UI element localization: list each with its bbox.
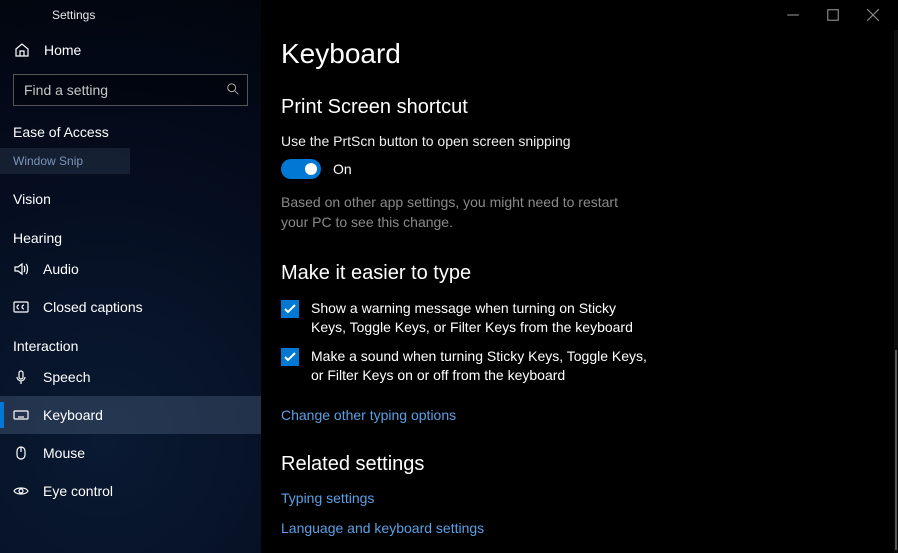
mouse-icon bbox=[13, 445, 29, 461]
printscreen-toggle[interactable] bbox=[281, 159, 321, 179]
nav-label: Closed captions bbox=[43, 299, 143, 315]
maximize-button[interactable] bbox=[826, 8, 840, 22]
printscreen-note: Based on other app settings, you might n… bbox=[281, 193, 641, 232]
nav-label: Mouse bbox=[43, 445, 85, 461]
group-interaction: Interaction bbox=[0, 326, 261, 358]
section-printscreen-title: Print Screen shortcut bbox=[281, 96, 878, 119]
nav-label: Keyboard bbox=[43, 407, 103, 423]
section-ease-of-access: Ease of Access bbox=[0, 114, 261, 146]
window-controls bbox=[261, 0, 898, 30]
search-wrap bbox=[13, 74, 248, 106]
home-nav[interactable]: Home bbox=[0, 30, 261, 70]
nav-label: Audio bbox=[43, 261, 79, 277]
nav-eye-control[interactable]: Eye control bbox=[0, 472, 261, 510]
nav-closed-captions[interactable]: Closed captions bbox=[0, 288, 261, 326]
link-change-typing-options[interactable]: Change other typing options bbox=[281, 407, 456, 423]
microphone-icon bbox=[13, 369, 29, 385]
section-related-title: Related settings bbox=[281, 453, 878, 476]
printscreen-toggle-row: On bbox=[281, 159, 878, 179]
scrollbar[interactable] bbox=[894, 30, 898, 553]
home-icon bbox=[14, 42, 30, 58]
checkbox-sound[interactable] bbox=[281, 348, 299, 366]
checkbox-warning-label: Show a warning message when turning on S… bbox=[311, 299, 651, 337]
window-snip-row[interactable]: Window Snip bbox=[0, 148, 130, 174]
search-input[interactable] bbox=[13, 74, 248, 106]
sidebar: Settings Home Ease of Access Window Snip… bbox=[0, 0, 261, 553]
printscreen-desc: Use the PrtScn button to open screen sni… bbox=[281, 133, 878, 149]
link-language-keyboard-settings[interactable]: Language and keyboard settings bbox=[281, 520, 878, 536]
content-area: Keyboard Print Screen shortcut Use the P… bbox=[261, 30, 898, 553]
close-button[interactable] bbox=[866, 8, 880, 22]
checkbox-warning[interactable] bbox=[281, 300, 299, 318]
checkbox-sound-row: Make a sound when turning Sticky Keys, T… bbox=[281, 347, 651, 385]
checkbox-sound-label: Make a sound when turning Sticky Keys, T… bbox=[311, 347, 651, 385]
nav-speech[interactable]: Speech bbox=[0, 358, 261, 396]
nav-audio[interactable]: Audio bbox=[0, 250, 261, 288]
scrollbar-thumb[interactable] bbox=[895, 350, 897, 550]
minimize-button[interactable] bbox=[786, 8, 800, 22]
nav-keyboard[interactable]: Keyboard bbox=[0, 396, 261, 434]
toggle-state-label: On bbox=[333, 161, 352, 177]
cc-icon bbox=[13, 299, 29, 315]
speaker-icon bbox=[13, 261, 29, 277]
section-easier-title: Make it easier to type bbox=[281, 262, 878, 285]
main-panel: Keyboard Print Screen shortcut Use the P… bbox=[261, 0, 898, 553]
search-icon bbox=[226, 82, 240, 96]
link-typing-settings[interactable]: Typing settings bbox=[281, 490, 878, 506]
nav-label: Eye control bbox=[43, 483, 113, 499]
home-label: Home bbox=[44, 42, 81, 58]
keyboard-icon bbox=[13, 407, 29, 423]
group-hearing: Hearing bbox=[0, 218, 261, 250]
nav-label: Speech bbox=[43, 369, 90, 385]
app-title: Settings bbox=[0, 0, 261, 30]
nav-vision[interactable]: Vision bbox=[0, 180, 261, 218]
nav-mouse[interactable]: Mouse bbox=[0, 434, 261, 472]
checkbox-warning-row: Show a warning message when turning on S… bbox=[281, 299, 651, 337]
page-title: Keyboard bbox=[281, 38, 878, 70]
eye-icon bbox=[13, 483, 29, 499]
nav-label: Vision bbox=[13, 191, 51, 207]
